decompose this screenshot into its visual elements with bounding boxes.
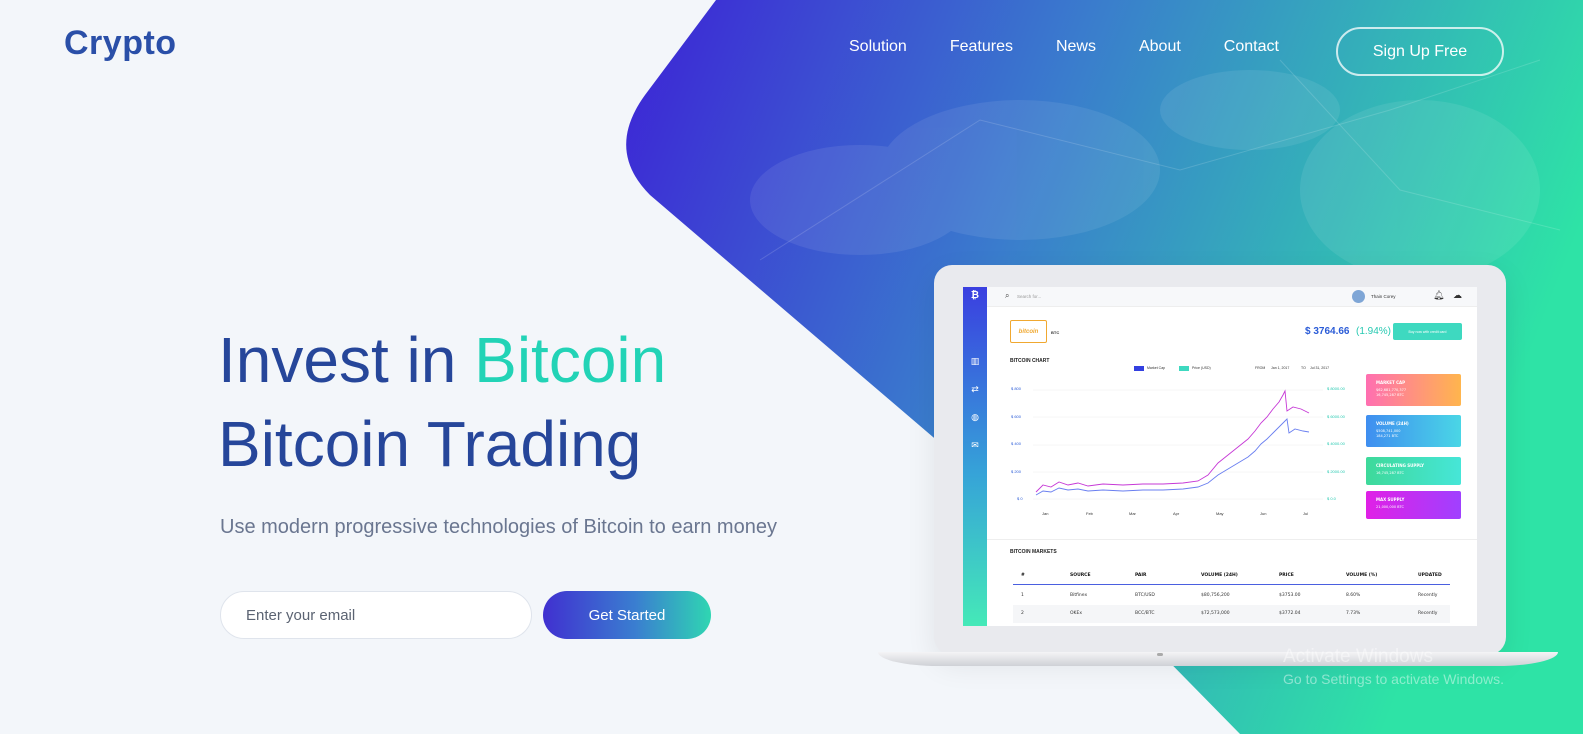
range-to-label: TO <box>1301 366 1306 370</box>
cloud-icon[interactable]: ☁ <box>1453 290 1462 301</box>
get-started-button[interactable]: Get Started <box>543 591 711 639</box>
y-right-label: $ 6000.00 <box>1327 414 1345 419</box>
y-right-label: $ 0.0 <box>1327 496 1336 501</box>
x-label: May <box>1216 511 1224 516</box>
nav-item-solution[interactable]: Solution <box>849 38 907 56</box>
avatar <box>1352 290 1365 303</box>
dashboard-sidebar: ₿ ▥ ⇄ ◍ ✉ <box>963 287 987 626</box>
bell-icon[interactable]: 🔔︎ <box>1433 290 1444 301</box>
market-cap-card: MARKET CAP $62,681,770,377 16,745,287 BTC <box>1366 374 1461 406</box>
legend-swatch-price <box>1179 366 1189 371</box>
exchange-icon: ⇄ <box>971 385 979 395</box>
legend-price: Price (USD) <box>1192 366 1211 370</box>
col-header: # <box>1021 573 1025 578</box>
main-nav: Solution Features News About Contact <box>849 38 1322 56</box>
bitcoin-chart <box>1033 389 1323 500</box>
x-label: Jun <box>1260 511 1267 516</box>
x-label: Jan <box>1042 511 1049 516</box>
email-input[interactable] <box>220 591 532 639</box>
laptop-notch <box>1157 653 1163 656</box>
price-line <box>1035 389 1310 493</box>
hero-title-accent: Bitcoin <box>474 324 667 396</box>
col-header: UPDATED <box>1418 573 1442 578</box>
y-left-label: $ 0 <box>1017 496 1023 501</box>
x-label: Feb <box>1086 511 1093 516</box>
mail-icon: ✉ <box>971 441 979 451</box>
nav-item-news[interactable]: News <box>1056 38 1096 56</box>
activate-windows-title: Activate Windows <box>1283 646 1433 667</box>
y-right-label: $ 2000.00 <box>1327 469 1345 474</box>
x-label: Apr <box>1173 511 1180 516</box>
card-title: VOLUME (24H) <box>1376 421 1409 426</box>
activate-windows-subtitle: Go to Settings to activate Windows. <box>1283 671 1504 687</box>
search-icon: ⌕ <box>1005 291 1010 300</box>
col-header: PRICE <box>1279 573 1294 578</box>
bitcoin-logo-icon: ₿ <box>970 290 980 301</box>
card-title: MARKET CAP <box>1376 380 1406 385</box>
table-header: # SOURCE PAIR VOLUME (24H) PRICE VOLUME … <box>1013 567 1450 585</box>
card-title: MAX SUPPLY <box>1376 497 1405 502</box>
x-label: Mar <box>1129 511 1136 516</box>
table-row[interactable]: 2 OKEx BCC/BTC $72,573,000 $3772.04 7.73… <box>1013 605 1450 623</box>
divider <box>987 539 1477 540</box>
hero-subtitle: Use modern progressive technologies of B… <box>220 516 777 538</box>
y-left-label: $ 400 <box>1011 441 1022 446</box>
brand-logo[interactable]: Crypto <box>64 24 177 63</box>
bitcoin-logo: bitcoin <box>1010 320 1047 343</box>
laptop-base <box>878 652 1558 666</box>
nav-item-about[interactable]: About <box>1139 38 1181 56</box>
table-row[interactable]: 1 Bitfinex BTC/USD $80,756,200 $3753.00 … <box>1013 587 1450 605</box>
dashboard-search-input[interactable]: Search for... <box>1017 294 1041 299</box>
nav-item-contact[interactable]: Contact <box>1224 38 1279 56</box>
nav-item-features[interactable]: Features <box>950 38 1013 56</box>
coin-price: $ 3764.66 <box>1305 326 1350 337</box>
chart-icon: ▥ <box>970 357 980 367</box>
dashboard-screen: ₿ ▥ ⇄ ◍ ✉ ⌕ Search for... Thain Corey 🔔︎… <box>963 287 1477 626</box>
y-right-label: $ 4000.00 <box>1327 441 1345 446</box>
chart-title: BITCOIN CHART <box>1010 358 1050 364</box>
max-supply-card: MAX SUPPLY 21,000,000 BTC <box>1366 491 1461 519</box>
card-value: 16,745,287 BTC <box>1376 471 1404 475</box>
card-title: CIRCULATING SUPPLY <box>1376 463 1425 468</box>
buy-button[interactable]: Buy now with credit card <box>1393 323 1462 340</box>
dashboard-topbar: ⌕ Search for... Thain Corey 🔔︎ ☁ <box>987 287 1477 307</box>
col-header: PAIR <box>1135 573 1147 578</box>
y-left-label: $ 200 <box>1011 469 1022 474</box>
globe-icon: ◍ <box>971 413 979 423</box>
col-header: VOLUME (%) <box>1346 573 1378 578</box>
x-label: Jul <box>1303 511 1309 516</box>
range-from[interactable]: Jan 1, 2017 <box>1271 366 1289 370</box>
y-left-label: $ 600 <box>1011 414 1022 419</box>
card-value: $508,741,000 184,271 BTC <box>1376 429 1401 438</box>
legend-swatch-market-cap <box>1134 366 1144 371</box>
legend-market-cap: Market Cap <box>1147 366 1166 370</box>
range-to[interactable]: Jul 31, 2017 <box>1310 366 1329 370</box>
col-header: VOLUME (24H) <box>1201 573 1238 578</box>
coin-symbol: BTC <box>1051 330 1060 335</box>
coin-change: (1.94%) <box>1356 326 1392 337</box>
markets-title: BITCOIN MARKETS <box>1010 549 1057 555</box>
sign-up-button[interactable]: Sign Up Free <box>1336 27 1504 76</box>
user-name: Thain Corey <box>1371 294 1396 299</box>
volume-card: VOLUME (24H) $508,741,000 184,271 BTC <box>1366 415 1461 447</box>
hero-title-line2: Bitcoin Trading <box>218 408 642 480</box>
y-right-label: $ 8000.00 <box>1327 386 1345 391</box>
laptop-mockup: ₿ ▥ ⇄ ◍ ✉ ⌕ Search for... Thain Corey 🔔︎… <box>934 265 1506 655</box>
hero-title-part1: Invest in <box>218 324 475 396</box>
col-header: SOURCE <box>1070 573 1091 578</box>
range-from-label: FROM <box>1255 366 1266 370</box>
card-value: $62,681,770,377 16,745,287 BTC <box>1376 388 1407 397</box>
hero-title: Invest in Bitcoin Bitcoin Trading <box>218 318 666 486</box>
card-value: 21,000,000 BTC <box>1376 505 1404 509</box>
circulating-supply-card: CIRCULATING SUPPLY 16,745,287 BTC <box>1366 457 1461 485</box>
y-left-label: $ 800 <box>1011 386 1022 391</box>
